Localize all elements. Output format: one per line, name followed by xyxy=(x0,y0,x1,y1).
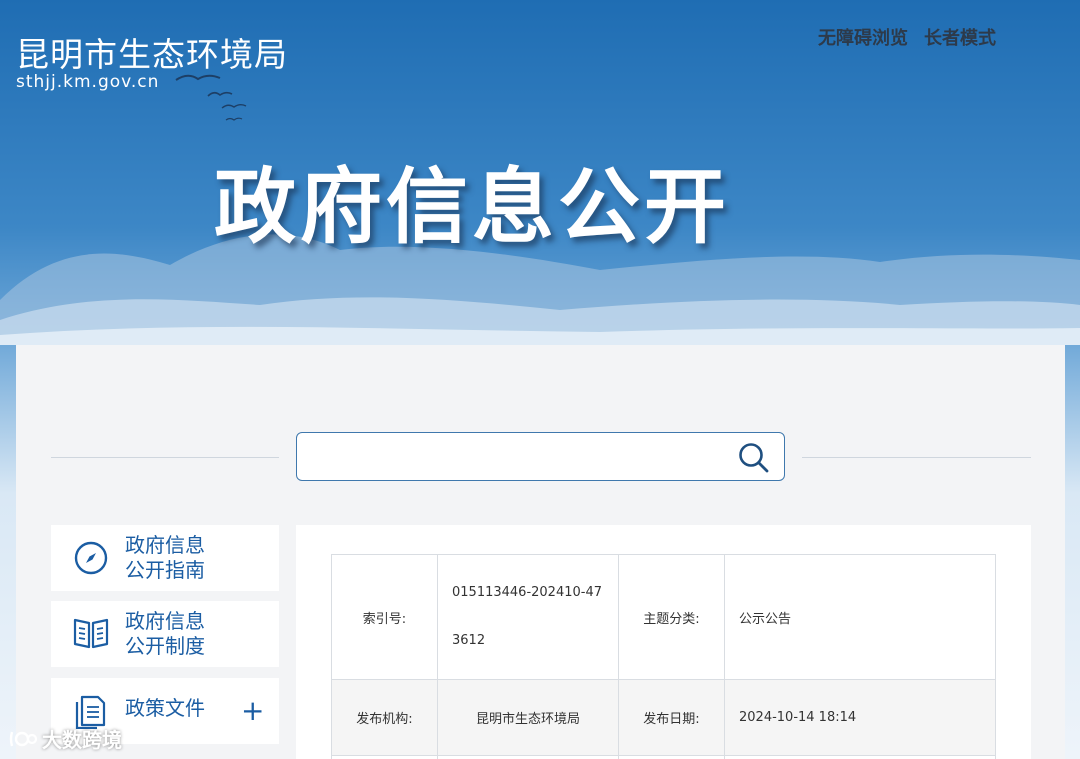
elder-mode-link[interactable]: 长者模式 xyxy=(924,24,996,50)
accessibility-link[interactable]: 无障碍浏览 xyxy=(818,24,908,50)
sidebar-item-label: 政府信息 公开指南 xyxy=(125,533,205,582)
table-row: 索引号: 015113446-202410-473612 主题分类: 公示公告 xyxy=(331,554,996,680)
topic-value: 公示公告 xyxy=(724,554,996,680)
compass-icon xyxy=(74,541,108,575)
empty-cell xyxy=(437,755,619,759)
empty-cell xyxy=(331,755,438,759)
watermark-text: 大数跨境 xyxy=(42,728,122,752)
watermark: 大数跨境 xyxy=(8,724,122,753)
table-row: 发布机构: 昆明市生态环境局 发布日期: 2024-10-14 18:14 xyxy=(331,679,996,756)
content-card: 索引号: 015113446-202410-473612 主题分类: 公示公告 … xyxy=(296,525,1031,759)
plus-icon[interactable]: + xyxy=(241,697,264,725)
table-row xyxy=(331,755,996,759)
publisher-value: 昆明市生态环境局 xyxy=(437,679,619,756)
date-label: 发布日期: xyxy=(618,679,725,756)
search-icon[interactable] xyxy=(738,442,770,474)
empty-cell xyxy=(724,755,996,759)
divider-right xyxy=(802,457,1031,458)
sidebar-item-system[interactable]: 政府信息 公开制度 xyxy=(51,601,279,667)
birds-icon xyxy=(175,74,247,121)
index-value: 015113446-202410-473612 xyxy=(437,554,619,680)
sidebar-item-label: 政策文件 xyxy=(125,696,205,720)
divider-left xyxy=(51,457,279,458)
site-url[interactable]: sthjj.km.gov.cn xyxy=(16,72,159,92)
banner-title: 政府信息公开 xyxy=(214,160,731,255)
index-label: 索引号: xyxy=(331,554,438,680)
site-name[interactable]: 昆明市生态环境局 xyxy=(16,28,288,76)
main-panel: 政府信息 公开指南 政府信息 公开制度 政策文件 + 索引号: 01511344… xyxy=(16,345,1065,759)
book-icon xyxy=(73,618,109,649)
date-value: 2024-10-14 18:14 xyxy=(724,679,996,756)
search-input[interactable] xyxy=(307,439,727,475)
topic-label: 主题分类: xyxy=(618,554,725,680)
watermark-logo-icon xyxy=(9,731,38,746)
top-links: 无障碍浏览 长者模式 xyxy=(818,24,996,50)
search-box xyxy=(296,432,785,481)
header-banner: 昆明市生态环境局 sthjj.km.gov.cn 无障碍浏览 长者模式 政府信息… xyxy=(0,0,1080,345)
empty-cell xyxy=(618,755,725,759)
sidebar-item-label: 政府信息 公开制度 xyxy=(125,609,205,658)
publisher-label: 发布机构: xyxy=(331,679,438,756)
sidebar-item-guide[interactable]: 政府信息 公开指南 xyxy=(51,525,279,591)
meta-table: 索引号: 015113446-202410-473612 主题分类: 公示公告 … xyxy=(331,554,996,759)
